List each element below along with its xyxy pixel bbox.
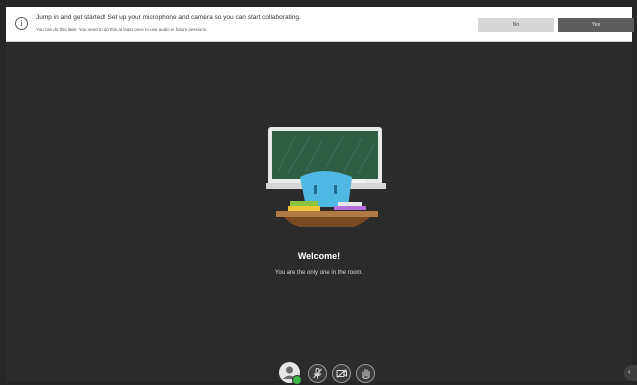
microphone-icon [313, 368, 322, 379]
welcome-heading: Welcome! [297, 251, 341, 261]
my-avatar-button[interactable] [279, 362, 302, 385]
desk [276, 211, 378, 217]
banner-title: Jump in and get started! Set up your mic… [36, 14, 301, 21]
session-stage: i Jump in and get started! Set up your m… [6, 7, 637, 385]
yes-button[interactable]: Yes [558, 18, 634, 32]
microphone-button[interactable] [308, 364, 327, 383]
status-online-indicator [292, 375, 302, 385]
hand-raise-icon [362, 369, 370, 379]
welcome-message: You are the only one in the room. [274, 270, 364, 276]
open-collaborate-panel-button[interactable]: ‹ [624, 365, 637, 381]
chevron-left-icon: ‹ [628, 367, 631, 376]
banner-subtitle: You can do this later. You need to do th… [36, 27, 208, 32]
setup-banner: i Jump in and get started! Set up your m… [6, 7, 634, 42]
camera-icon [336, 369, 347, 378]
camera-button[interactable] [332, 364, 351, 383]
no-button[interactable]: No [478, 18, 554, 32]
raise-hand-button[interactable] [356, 364, 375, 383]
classroom-illustration [266, 127, 386, 227]
info-icon: i [15, 17, 28, 30]
books [290, 201, 318, 206]
